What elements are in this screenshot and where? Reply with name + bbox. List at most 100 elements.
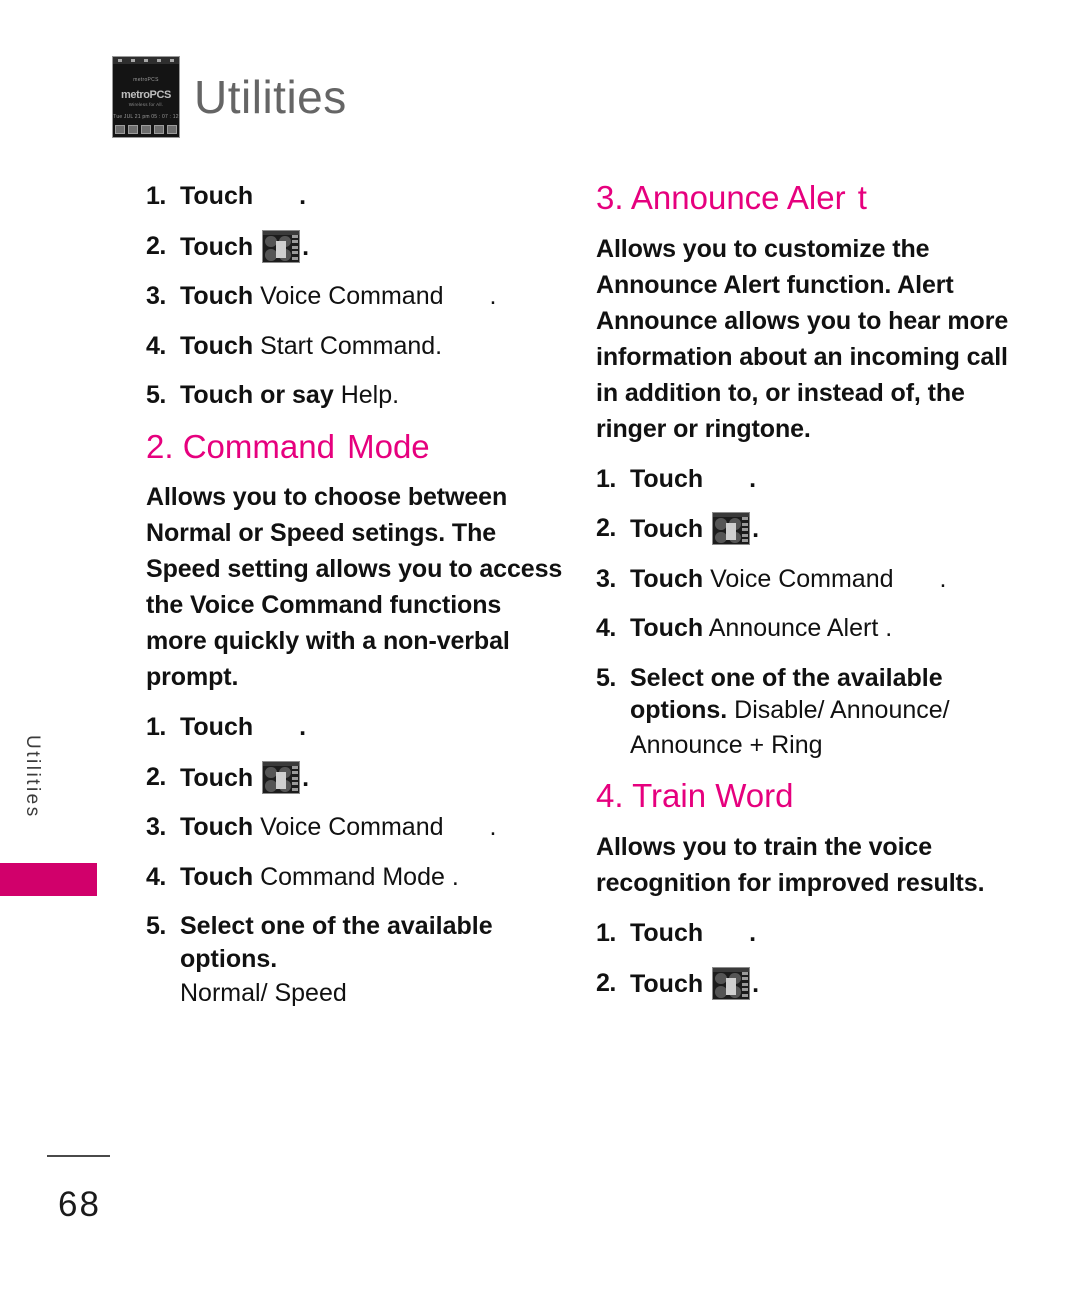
step-number: 2. [596, 968, 616, 997]
section-description: Allows you to customize the Announce Ale… [596, 234, 1009, 443]
step-text: Touch Voice Command. [180, 811, 566, 844]
step-verb: Touch [180, 331, 254, 360]
step-number: 5. [596, 663, 616, 692]
step-tail: . [489, 282, 497, 310]
list-item: 5. Select one of the available options. … [596, 662, 1016, 762]
step-text: Touch Start Command. [180, 330, 566, 363]
section-heading-train-word: 4. Train Word [596, 777, 1016, 815]
step-text: Touch. [630, 463, 1016, 496]
section-description: Allows you to choose between Normal or S… [146, 483, 563, 692]
step-verb: Touch [180, 862, 254, 891]
step-number: 1. [596, 919, 616, 948]
section-heading-command-mode: 2. Command Mode [146, 427, 566, 466]
step-text: Touch . [180, 760, 566, 795]
step-number: 5. [146, 912, 166, 941]
list-item: 1. Touch. [596, 917, 1016, 950]
step-tail: . [299, 182, 307, 210]
step-verb: Touch [180, 282, 254, 310]
list-item: 5. Touch or say Help. [146, 379, 566, 412]
phone-carrier-label: metroPCS [133, 77, 159, 83]
step-verb: Touch or say [180, 381, 334, 409]
phone-dock-icons [114, 123, 178, 136]
metropcs-logo: metroPCS [121, 89, 171, 101]
step-verb: Touch [630, 564, 704, 593]
step-verb: Touch [180, 813, 254, 842]
section-description: Allows you to train the voice recognitio… [596, 833, 985, 898]
phone-datetime: Tue JUL 21 pm 05 : 07 : 12 [113, 114, 179, 120]
list-item: 5. Select one of the available options. … [146, 910, 566, 1010]
list-item: 1. Touch. [596, 463, 1016, 496]
list-item: 2. Touch . [146, 229, 566, 264]
step-number: 3. [146, 813, 166, 842]
step-target: Announce Alert . [708, 614, 893, 643]
step-verb: Touch [630, 464, 704, 493]
menu-screenshot-icon [262, 229, 301, 263]
heading-number: 4. [596, 777, 624, 815]
heading-number: 3. [596, 179, 624, 216]
list-item: 3. Touch Voice Command. [146, 280, 566, 313]
heading-text: Command [182, 427, 335, 465]
step-options: Normal/ Speed [180, 979, 347, 1008]
menu-screenshot-icon [262, 760, 301, 794]
step-text: Touch . [180, 229, 566, 264]
step-text: Touch or say Help. [180, 379, 566, 412]
step-text: Touch Voice Command. [180, 280, 566, 313]
list-item: 3. Touch Voice Command. [596, 563, 1016, 596]
metropcs-tagline: Wireless for All. [128, 102, 164, 107]
step-tail: . [302, 763, 310, 792]
list-item: 3. Touch Voice Command. [146, 811, 566, 844]
step-number: 4. [146, 331, 166, 360]
step-verb: Touch [630, 969, 704, 998]
step-text: Select one of the available options. Dis… [630, 662, 1016, 762]
step-number: 4. [146, 862, 166, 891]
step-number: 3. [596, 564, 616, 593]
list-item: 1. Touch. [146, 711, 566, 744]
section-heading-announce-alert: 3. Announce Aler t [596, 179, 1016, 217]
list-item: 2. Touch . [596, 966, 1016, 1001]
step-number: 5. [146, 381, 166, 409]
step-tail: . [939, 564, 947, 593]
phone-statusbar [113, 57, 179, 64]
step-number: 1. [146, 713, 166, 742]
step-verb: Touch [180, 713, 254, 742]
step-text: Select one of the available options. Nor… [180, 910, 566, 1010]
step-verb: Touch [180, 763, 254, 792]
step-number: 1. [596, 464, 616, 493]
step-tail: . [752, 969, 760, 998]
step-target: Voice Command [260, 282, 444, 310]
step-options: Announce + Ring [630, 730, 823, 759]
continued-step-list: 1. Touch. 2. Touch . 3. Touch Voice Comm… [146, 180, 566, 412]
page-number-rule [47, 1155, 110, 1157]
step-target: Help. [340, 381, 400, 409]
heading-number: 2. [146, 427, 174, 465]
step-text: Touch. [630, 917, 1016, 950]
menu-screenshot-icon [712, 966, 751, 1000]
step-text: Touch Announce Alert . [630, 612, 1016, 645]
step-number: 2. [596, 514, 616, 543]
list-item: 4. Touch Command Mode . [146, 861, 566, 894]
list-item: 4. Touch Start Command. [146, 330, 566, 363]
step-text: Touch. [180, 180, 566, 213]
step-verb: Select one of the available options. [180, 912, 493, 973]
step-verb: Touch [630, 515, 704, 544]
heading-text-tail: t [857, 179, 867, 216]
announce-alert-step-list: 1. Touch. 2. Touch . 3. Touch Voice Comm… [596, 463, 1016, 762]
step-target: Voice Command [710, 564, 894, 593]
menu-screenshot-icon [712, 512, 751, 546]
step-number: 3. [146, 282, 166, 310]
step-target: Command Mode . [260, 862, 459, 891]
step-verb: Touch [180, 232, 254, 261]
left-column: 1. Touch. 2. Touch . 3. Touch Voice Comm… [146, 180, 566, 1027]
step-target: Voice Command [260, 813, 444, 842]
step-number: 1. [146, 182, 166, 210]
step-tail: . [752, 515, 760, 544]
list-item: 4. Touch Announce Alert . [596, 612, 1016, 645]
step-number: 2. [146, 762, 166, 791]
right-column: 3. Announce Aler t Allows you to customi… [596, 179, 1016, 1017]
list-item: 1. Touch. [146, 180, 566, 213]
heading-text: Train Word [632, 777, 794, 815]
step-tail: . [749, 464, 757, 493]
step-verb: Touch [630, 614, 704, 643]
heading-text: Announce Aler [630, 179, 846, 216]
step-tail: . [302, 232, 310, 261]
